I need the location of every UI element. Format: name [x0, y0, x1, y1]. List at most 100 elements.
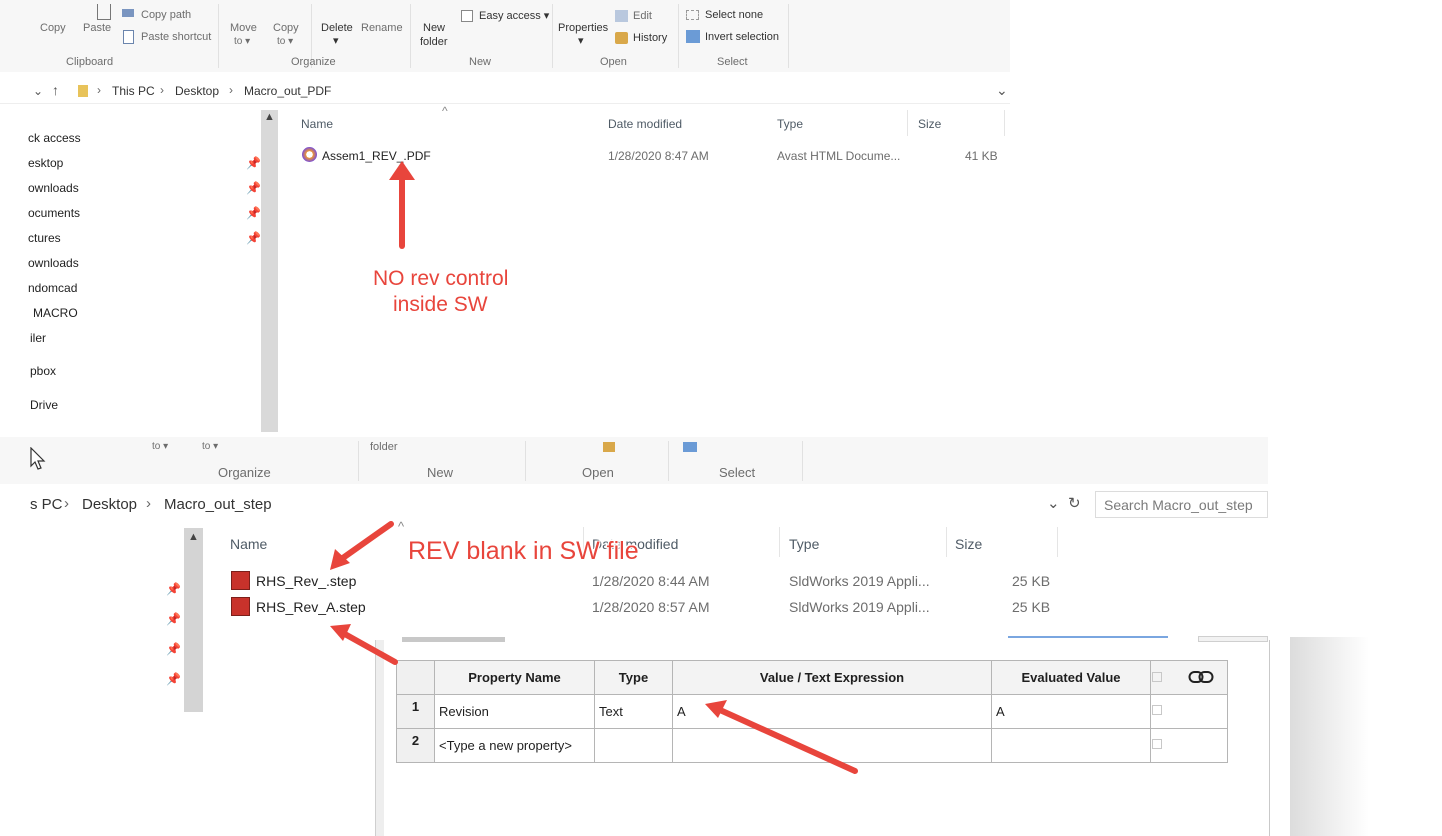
copy-to-label-2: to ▾ [277, 36, 294, 47]
new-group-label: New [469, 56, 492, 68]
chevron-right-icon: › [64, 495, 69, 512]
pin-icon: 📌 [166, 612, 181, 626]
side-panel [1290, 637, 1403, 836]
annotation-no-rev-line1: NO rev control [373, 267, 509, 290]
copy-to-partial: to ▾ [202, 441, 219, 452]
breadcrumb-macro-out-pdf[interactable]: Macro_out_PDF [244, 84, 331, 98]
arrow-to-rev-blank [337, 521, 394, 563]
nav-item-downloads[interactable]: ownloads [28, 181, 79, 195]
properties-dropdown-icon[interactable]: ▾ [578, 34, 584, 47]
organize-group-label: Organize [218, 465, 271, 480]
nav-item-downloads-2[interactable]: ownloads [28, 256, 79, 270]
value-cell[interactable]: A [672, 694, 992, 729]
new-group-label: New [427, 465, 454, 480]
column-size[interactable]: Size [955, 536, 982, 552]
type-cell[interactable] [594, 728, 673, 763]
nav-item-quick-access[interactable]: ck access [28, 131, 81, 145]
top-ribbon: Copy Paste Copy path Paste shortcut Clip… [0, 0, 1010, 72]
easy-access-icon [461, 10, 473, 22]
pin-icon: 📌 [166, 672, 181, 686]
move-to-button[interactable]: Move [230, 22, 257, 34]
easy-access-button[interactable]: Easy access ▾ [479, 9, 549, 22]
row-number: 1 [396, 694, 435, 729]
breadcrumb-this-pc[interactable]: s PC [30, 496, 63, 513]
delete-button[interactable]: Delete [321, 22, 353, 34]
copy-path-icon [122, 9, 134, 17]
breadcrumb-this-pc[interactable]: This PC [112, 84, 155, 98]
nav-item-pictures[interactable]: ctures [28, 231, 61, 245]
copy-path-button[interactable]: Copy path [141, 9, 191, 21]
row-number-header [396, 660, 435, 695]
search-placeholder: Search Macro_out_step [1104, 497, 1253, 513]
column-size[interactable]: Size [918, 117, 941, 131]
nav-item-onedrive[interactable]: Drive [30, 398, 58, 412]
breadcrumb-desktop[interactable]: Desktop [175, 84, 219, 98]
table-row[interactable]: 2 <Type a new property> [396, 728, 1228, 763]
column-type[interactable]: Type [789, 536, 819, 552]
copy-to-button[interactable]: Copy [273, 22, 299, 34]
address-dropdown-icon[interactable]: ⌄ [1047, 494, 1060, 512]
chevron-right-icon: › [229, 83, 233, 97]
row-checkbox[interactable] [1152, 739, 1162, 749]
link-icon[interactable] [1188, 670, 1214, 684]
file-name[interactable]: RHS_Rev_A.step [256, 599, 366, 615]
invert-selection-icon [686, 30, 700, 43]
nav-item-desktop[interactable]: esktop [28, 156, 63, 170]
pin-icon: 📌 [166, 582, 181, 596]
nav-item-randomcad[interactable]: ndomcad [28, 281, 77, 295]
rename-button[interactable]: Rename [361, 22, 403, 34]
recent-locations-icon[interactable]: ⌄ [33, 84, 43, 98]
evaluated-value-cell [991, 728, 1151, 763]
property-name-cell[interactable]: <Type a new property> [434, 728, 595, 763]
copy-button[interactable]: Copy [40, 22, 66, 34]
table-row[interactable]: 1 Revision Text A A [396, 694, 1228, 729]
file-name[interactable]: RHS_Rev_.step [256, 573, 356, 589]
nav-item-dropbox[interactable]: pbox [30, 364, 56, 378]
header-checkbox[interactable] [1152, 672, 1162, 682]
select-none-button[interactable]: Select none [705, 9, 763, 21]
top-nav-scrollbar[interactable] [261, 110, 278, 432]
pin-icon: 📌 [246, 181, 261, 195]
new-folder-label-2: folder [420, 36, 448, 48]
paste-shortcut-button[interactable]: Paste shortcut [141, 31, 211, 43]
clipboard-group-label: Clipboard [66, 56, 114, 68]
column-date-modified[interactable]: Date modified [608, 117, 682, 131]
link-cell[interactable] [1150, 728, 1228, 763]
link-cell[interactable] [1150, 694, 1228, 729]
nav-item-documents[interactable]: ocuments [28, 206, 80, 220]
property-name-cell[interactable]: Revision [434, 694, 595, 729]
organize-group-label: Organize [291, 56, 336, 68]
column-name[interactable]: Name [301, 117, 333, 131]
nav-item-macro[interactable]: MACRO [33, 306, 78, 320]
open-group-label: Open [582, 465, 614, 480]
delete-dropdown-icon[interactable]: ▾ [333, 34, 339, 47]
row-checkbox[interactable] [1152, 705, 1162, 715]
type-cell[interactable]: Text [594, 694, 673, 729]
scroll-up-icon[interactable]: ▲ [188, 531, 199, 543]
invert-selection-icon [683, 442, 697, 452]
bottom-nav-scrollbar[interactable] [184, 528, 203, 712]
history-button[interactable]: History [633, 32, 667, 44]
scroll-up-icon[interactable]: ▲ [264, 111, 275, 123]
column-name[interactable]: Name [230, 536, 267, 552]
breadcrumb-desktop[interactable]: Desktop [82, 496, 137, 513]
address-dropdown-icon[interactable]: ⌄ [996, 82, 1008, 99]
refresh-icon[interactable]: ↻ [1068, 494, 1081, 512]
file-name[interactable]: Assem1_REV_.PDF [322, 149, 431, 163]
new-folder-button[interactable]: New [423, 22, 445, 34]
column-type[interactable]: Type [777, 117, 803, 131]
table-header-row: Property Name Type Value / Text Expressi… [396, 660, 1228, 695]
properties-button[interactable]: Properties [558, 22, 608, 34]
value-cell[interactable] [672, 728, 992, 763]
file-type: SldWorks 2019 Appli... [789, 599, 930, 615]
annotation-no-rev-line2: inside SW [393, 293, 488, 316]
edit-button[interactable]: Edit [633, 10, 652, 22]
dialog-tab-indicator [402, 637, 505, 642]
nav-item-filer[interactable]: iler [30, 331, 46, 345]
arrow-head-rev-blank [330, 549, 350, 570]
paste-button[interactable]: Paste [83, 22, 111, 34]
breadcrumb-macro-out-step[interactable]: Macro_out_step [164, 496, 272, 513]
dialog-field-underline [1008, 636, 1168, 638]
up-arrow-icon[interactable]: ↑ [52, 82, 59, 98]
invert-selection-button[interactable]: Invert selection [705, 31, 779, 43]
